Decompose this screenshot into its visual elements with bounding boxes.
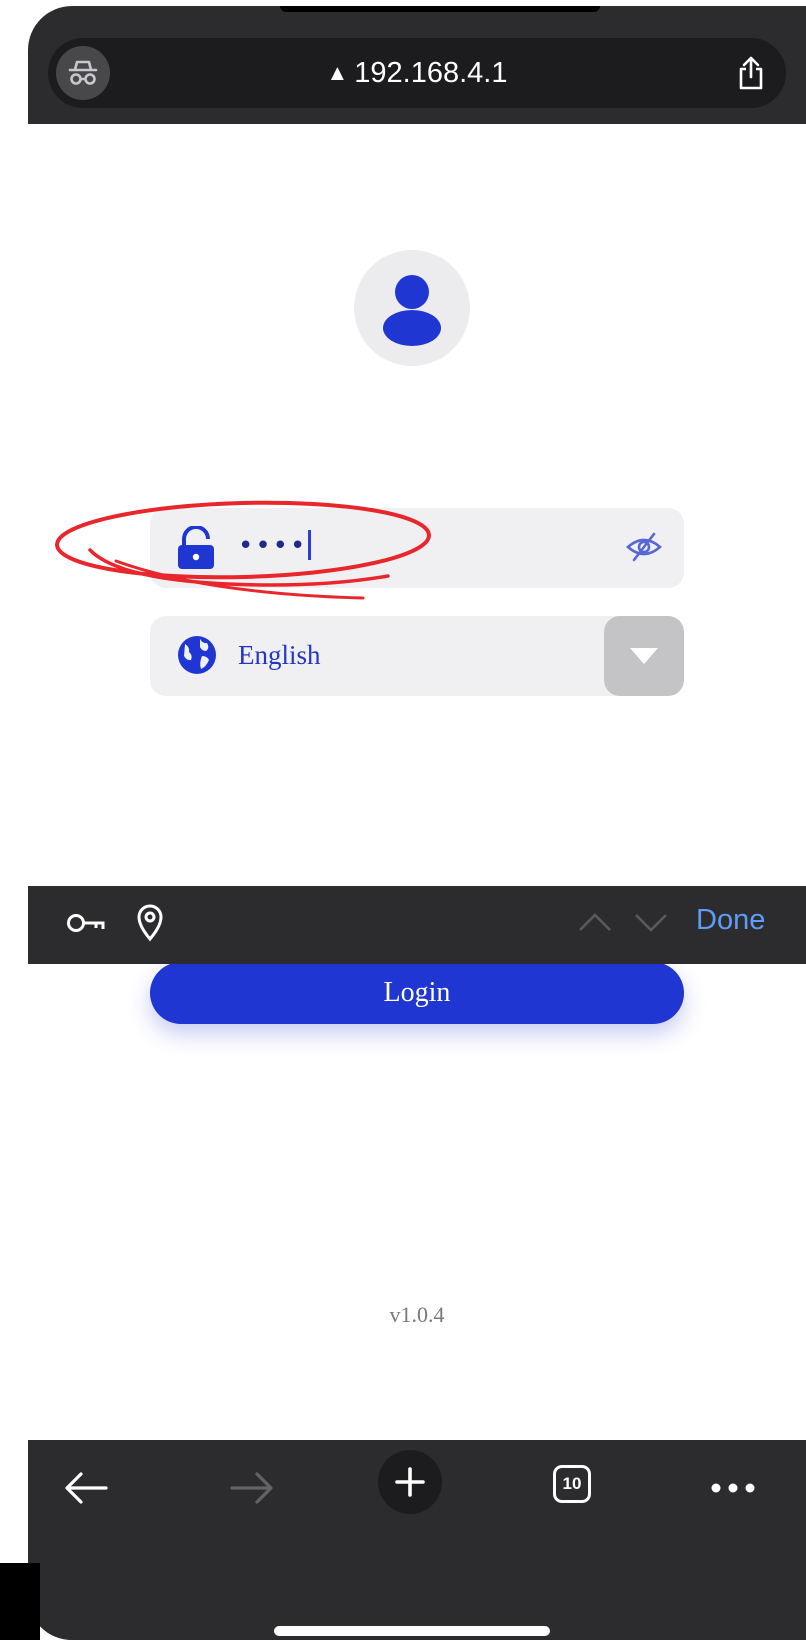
phone-screen: ▲ 192.168.4.1 •••• English Login v1.0.4 …: [28, 6, 806, 1640]
password-value: ••••: [238, 531, 308, 561]
home-indicator[interactable]: [274, 1626, 550, 1636]
location-pin-icon[interactable]: [136, 904, 164, 947]
more-icon[interactable]: [698, 1460, 768, 1516]
eye-off-icon[interactable]: [624, 530, 664, 569]
share-icon[interactable]: [730, 52, 772, 94]
address-bar[interactable]: ▲ 192.168.4.1: [48, 38, 786, 108]
back-arrow-icon[interactable]: [58, 1460, 114, 1516]
tabs-icon[interactable]: 10: [548, 1460, 596, 1508]
url-text: 192.168.4.1: [354, 57, 508, 89]
notch: [280, 6, 600, 12]
plus-icon[interactable]: [378, 1450, 442, 1514]
lock-icon: [176, 525, 216, 575]
key-icon[interactable]: [66, 908, 106, 943]
login-button[interactable]: Login: [150, 962, 684, 1024]
language-select[interactable]: English: [150, 616, 684, 696]
globe-icon: [176, 634, 218, 681]
forward-arrow-icon[interactable]: [224, 1460, 280, 1516]
password-input[interactable]: ••••: [238, 530, 312, 561]
chevron-up-icon[interactable]: [578, 910, 612, 939]
caret-down-icon[interactable]: [604, 616, 684, 696]
bottom-toolbar: 10: [28, 1440, 806, 1640]
text-caret: [308, 530, 312, 560]
device-edge: [0, 1563, 40, 1640]
version-label: v1.0.4: [389, 1302, 445, 1327]
language-selected-value: English: [238, 640, 321, 670]
chevron-down-icon[interactable]: [634, 910, 668, 939]
password-field[interactable]: ••••: [150, 508, 684, 588]
url-display[interactable]: ▲ 192.168.4.1: [48, 38, 786, 108]
user-icon: [354, 250, 470, 366]
keyboard-accessory-bar: Done: [28, 886, 806, 964]
web-page: •••• English Login v1.0.4: [28, 124, 806, 1514]
warning-triangle-icon: ▲: [326, 60, 349, 85]
tab-count: 10: [553, 1465, 591, 1503]
done-button[interactable]: Done: [696, 904, 765, 937]
